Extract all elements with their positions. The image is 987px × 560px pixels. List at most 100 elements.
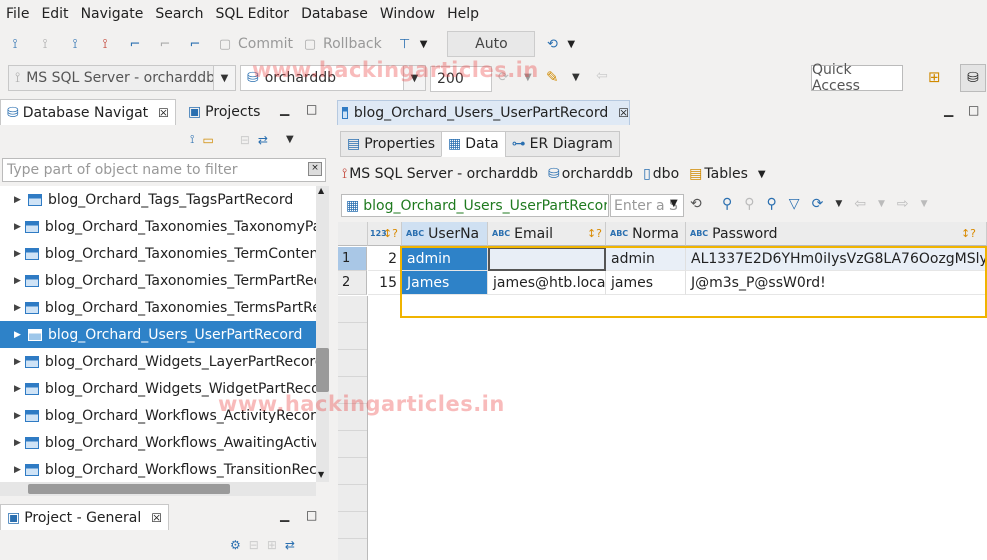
menu-help[interactable]: Help — [441, 6, 485, 22]
column-header-normalized[interactable]: ABC Norma — [606, 222, 686, 246]
table-cell-id[interactable]: 2 — [368, 247, 402, 271]
expand-icon[interactable]: ▶ — [14, 249, 21, 259]
column-header-password[interactable]: ABC Password ↕? — [686, 222, 987, 246]
navigator-vertical-scrollbar[interactable] — [316, 186, 329, 482]
minimize-icon[interactable]: ▁ — [944, 103, 953, 117]
tree-item[interactable]: ▶ blog_Orchard_Taxonomies_TermPartReco — [0, 267, 316, 294]
transaction-mode-dropdown-icon[interactable]: ▼ — [420, 39, 428, 50]
expand-icon[interactable]: ▶ — [14, 195, 24, 205]
expand-icon[interactable]: ▶ — [14, 303, 21, 313]
tree-item[interactable]: ▶ blog_Orchard_Workflows_TransitionRecor — [0, 456, 316, 482]
disconnect-all-icon[interactable]: ⟟ — [96, 35, 114, 53]
expand-icon[interactable]: ▶ — [14, 438, 21, 448]
chevron-down-icon[interactable]: ▼ — [758, 169, 766, 180]
breadcrumb-database[interactable]: orcharddb — [562, 166, 633, 182]
expand-icon[interactable]: ▶ — [14, 465, 21, 475]
sort-icon[interactable]: ↕? — [383, 227, 398, 240]
close-icon[interactable]: ☒ — [158, 106, 169, 120]
disconnect-icon[interactable]: ⟟ — [36, 35, 54, 53]
tree-item-selected[interactable]: ▶ blog_Orchard_Users_UserPartRecord — [0, 321, 316, 348]
maximize-icon[interactable]: □ — [306, 102, 317, 116]
expand-icon[interactable]: ▶ — [14, 276, 21, 286]
commit-button[interactable]: Commit — [238, 36, 293, 52]
scrollbar-thumb[interactable] — [28, 484, 230, 494]
tab-properties[interactable]: ▤ Properties — [340, 131, 442, 157]
filter-history-icon[interactable]: ▼ — [670, 198, 678, 209]
breadcrumb-schema[interactable]: dbo — [653, 166, 679, 182]
chevron-down-icon[interactable]: ▼ — [572, 72, 580, 83]
reconnect-icon[interactable]: ⟟ — [66, 35, 84, 53]
editor-tab[interactable]: blog_Orchard_Users_UserPartRecord ☒ — [337, 100, 630, 125]
expand-icon[interactable]: ▶ — [14, 357, 21, 367]
menu-file[interactable]: File — [0, 6, 35, 22]
table-cell-password[interactable]: AL1337E2D6YHm0iIysVzG8LA76OozgMSlyOJ — [686, 247, 987, 271]
link-editor-icon[interactable]: ⇄ — [258, 133, 268, 147]
open-perspective-icon[interactable]: ⊞ — [928, 68, 941, 86]
rollback-button[interactable]: Rollback — [323, 36, 382, 52]
view-menu-icon[interactable]: ▼ — [286, 134, 294, 145]
datasource-selector[interactable]: ⟟ MS SQL Server - orcharddb ▼ — [8, 65, 236, 91]
menu-edit[interactable]: Edit — [35, 6, 74, 22]
table-cell-username[interactable]: James — [402, 271, 488, 295]
table-cell-id[interactable]: 15 — [368, 271, 402, 295]
tree-item[interactable]: ▶ blog_Orchard_Taxonomies_TaxonomyPart — [0, 213, 316, 240]
scroll-down-icon[interactable]: ▼ — [318, 470, 324, 479]
collapse-all-icon[interactable]: ⊟ — [249, 538, 259, 552]
transaction-mode-icon[interactable]: ⊤ — [396, 35, 414, 53]
transaction-mode-button[interactable]: Auto — [447, 31, 536, 57]
tree-item[interactable]: ▶ blog_Orchard_Taxonomies_TermContentIt — [0, 240, 316, 267]
clear-filter-icon[interactable]: ⚲ — [744, 196, 754, 212]
back-icon[interactable]: ⇦ — [854, 196, 866, 212]
minimize-icon[interactable]: ▁ — [280, 102, 289, 116]
maximize-icon[interactable]: □ — [968, 103, 979, 117]
table-cell-email[interactable] — [488, 247, 606, 271]
forward-icon[interactable]: ⇨ — [897, 196, 909, 212]
menu-search[interactable]: Search — [149, 6, 209, 22]
tab-er-diagram[interactable]: ⊶ ER Diagram — [504, 131, 620, 157]
chevron-down-icon[interactable]: ▼ — [878, 199, 885, 209]
expand-icon[interactable]: ▶ — [14, 222, 21, 232]
history-dropdown-icon[interactable]: ▼ — [567, 39, 575, 50]
tree-item[interactable]: ▶ blog_Orchard_Workflows_AwaitingActivity — [0, 429, 316, 456]
tab-database-navigator[interactable]: ⛁ Database Navigat ☒ — [0, 99, 176, 125]
expand-icon[interactable]: ▶ — [14, 384, 21, 394]
navigator-filter-input[interactable]: Type part of object name to filter — [2, 158, 326, 182]
tree-item[interactable]: ▶ blog_Orchard_Widgets_LayerPartRecord — [0, 348, 316, 375]
column-header-id[interactable]: 123 ↕? — [368, 222, 402, 246]
sql-editor-icon[interactable]: ⌐ — [186, 35, 204, 53]
chevron-down-icon[interactable]: ▼ — [213, 66, 235, 90]
filter-settings-icon[interactable]: ⚲ — [767, 196, 777, 212]
tab-project-general[interactable]: ▣ Project - General ☒ — [0, 504, 170, 530]
breadcrumb-datasource[interactable]: MS SQL Server - orcharddb — [349, 166, 538, 182]
back-icon[interactable]: ⇦ — [596, 68, 608, 84]
table-cell-normalized[interactable]: admin — [606, 247, 686, 271]
collapse-all-icon[interactable]: ⊟ — [240, 133, 250, 147]
table-cell-username[interactable]: admin — [402, 247, 488, 271]
format-icon[interactable]: ✎ — [546, 68, 559, 86]
sort-icon[interactable]: ↕? — [587, 227, 602, 240]
table-cell-email[interactable]: james@htb.local — [488, 271, 606, 295]
scroll-up-icon[interactable]: ▲ — [318, 186, 324, 195]
expand-icon[interactable]: ▶ — [14, 411, 21, 421]
breadcrumb-folder[interactable]: Tables — [704, 166, 748, 182]
chevron-down-icon[interactable]: ▼ — [921, 199, 928, 209]
row-number[interactable]: 2 — [338, 271, 367, 295]
column-header-email[interactable]: ABC Email ↕? — [488, 222, 606, 246]
tree-item[interactable]: ▶ blog_Orchard_Tags_TagsPartRecord — [0, 186, 316, 213]
expand-all-icon[interactable]: ⊞ — [267, 538, 277, 552]
maximize-icon[interactable]: □ — [306, 508, 317, 522]
connect-icon[interactable]: ⟟ — [6, 35, 24, 53]
link-editor-icon[interactable]: ⇄ — [285, 538, 295, 552]
tree-item[interactable]: ▶ blog_Orchard_Taxonomies_TermsPartRec — [0, 294, 316, 321]
history-icon[interactable]: ⟲ — [543, 35, 561, 53]
scrollbar-thumb[interactable] — [316, 348, 329, 392]
table-cell-password[interactable]: J@m3s_P@ssW0rd! — [686, 271, 987, 295]
row-number[interactable]: 1 — [338, 247, 367, 271]
menu-sql-editor[interactable]: SQL Editor — [209, 6, 295, 22]
database-perspective-icon[interactable]: ⛁ — [960, 64, 986, 92]
expand-icon[interactable]: ▶ — [14, 330, 24, 340]
new-folder-icon[interactable]: ▭ — [202, 133, 213, 147]
filter-icon[interactable]: ⚲ — [722, 196, 732, 212]
menu-navigate[interactable]: Navigate — [75, 6, 150, 22]
close-icon[interactable]: ☒ — [618, 106, 629, 120]
